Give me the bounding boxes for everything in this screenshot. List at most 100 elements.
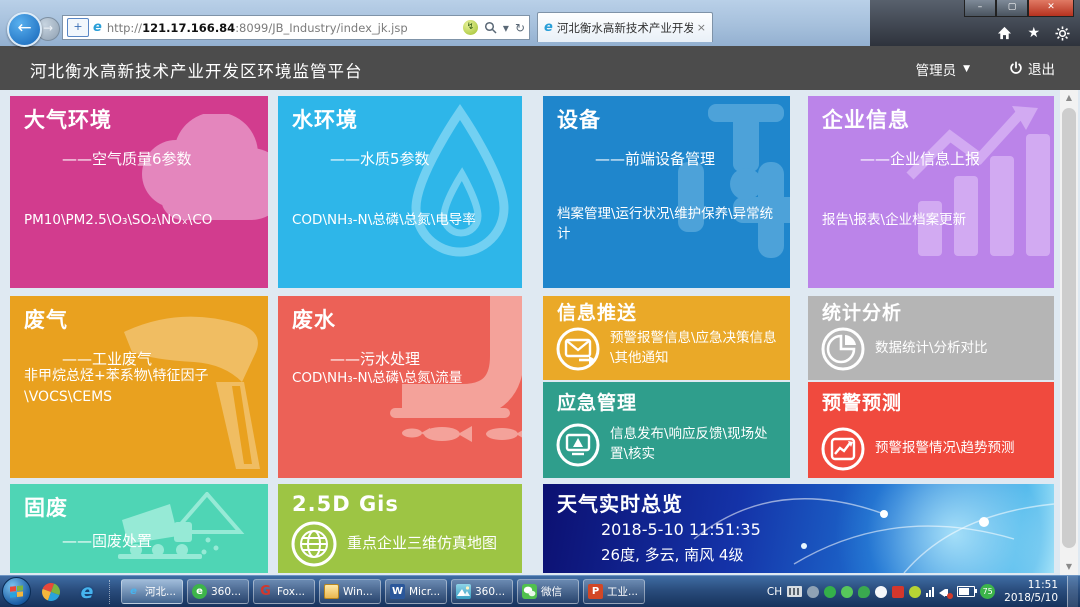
tray-icon-chat[interactable] — [875, 586, 887, 598]
tray-icon-shield[interactable] — [858, 586, 870, 598]
tile-title: 预警预测 — [822, 388, 902, 415]
show-desktop-button[interactable] — [1067, 576, 1078, 607]
close-button[interactable]: ✕ — [1028, 0, 1074, 17]
taskbar-clock[interactable]: 11:51 2018/5/10 — [1004, 579, 1058, 604]
tile-warning-forecast[interactable]: 预警预测 预警报警情况\趋势预测 — [808, 382, 1054, 478]
tile-statistics[interactable]: 统计分析 数据统计\分析对比 — [808, 296, 1054, 380]
system-tray: CH 75 11:51 2018/5/10 — [767, 576, 1078, 607]
task-ie-hebei[interactable]: e 河北... — [121, 579, 183, 604]
tile-subtitle: ——固废处置 — [62, 530, 152, 551]
dump-truck-icon — [112, 492, 262, 564]
url-text[interactable]: http://121.17.166.84:8099/JB_Industry/in… — [107, 21, 459, 35]
screen: ← → + e http://121.17.166.84:8099/JB_Ind… — [0, 0, 1080, 607]
window-controls: – ▢ ✕ — [964, 0, 1074, 17]
browser-tab[interactable]: e 河北衡水高新技术产业开发... × — [537, 12, 713, 42]
task-image-viewer[interactable]: 360... — [451, 579, 513, 604]
gear-icon[interactable] — [1055, 26, 1070, 41]
globe-icon — [290, 520, 338, 568]
battery-percent-badge[interactable]: 75 — [980, 584, 995, 599]
tile-detail: 数据统计\分析对比 — [875, 339, 988, 359]
weather-datetime: 2018-5-10 11:51:35 — [601, 520, 761, 539]
tray-icon-green-browser[interactable] — [824, 586, 836, 598]
maximize-button[interactable]: ▢ — [996, 0, 1028, 17]
windows-flag-icon — [10, 585, 24, 598]
tile-detail: COD\NH₃-N\总磷\总氮\流量 — [292, 368, 462, 388]
network-signal-icon[interactable] — [926, 586, 934, 597]
trend-chart-icon — [820, 426, 866, 472]
task-label: Micr... — [409, 586, 440, 598]
tile-water-environment[interactable]: 水环境 ——水质5参数 COD\NH₃-N\总磷\总氮\电导率 — [278, 96, 522, 288]
battery-icon[interactable] — [957, 586, 975, 597]
input-language-indicator[interactable]: CH — [767, 586, 782, 598]
task-word[interactable]: W Micr... — [385, 579, 447, 604]
360-browser-icon: e — [192, 584, 207, 599]
tray-icon-green-bird[interactable] — [841, 586, 853, 598]
water-drop-icon — [400, 104, 520, 264]
tile-title: 大气环境 — [24, 104, 112, 134]
tile-detail: 非甲烷总烃+苯系物\特征因子\VOCS\CEMS — [24, 366, 256, 408]
tile-info-push[interactable]: 信息推送 预警报警信息\应急决策信息\其他通知 — [543, 296, 790, 380]
tab-close-icon[interactable]: × — [697, 21, 706, 34]
quicklaunch-360-safe[interactable] — [35, 578, 67, 606]
page-scrollbar[interactable]: ▲ ▼ — [1060, 90, 1078, 575]
tile-subtitle: ——前端设备管理 — [595, 148, 715, 169]
logout-button[interactable]: 退出 — [1009, 58, 1055, 78]
tile-title: 天气实时总览 — [557, 488, 683, 517]
minimize-button[interactable]: – — [964, 0, 996, 17]
tile-emergency-management[interactable]: 应急管理 信息发布\响应反馈\现场处置\核实 — [543, 382, 790, 478]
weather-condition: 26度, 多云, 南风 4级 — [601, 544, 743, 565]
tile-title: 2.5D Gis — [292, 492, 399, 516]
tile-gis-map[interactable]: 2.5D Gis 重点企业三维仿真地图 — [278, 484, 522, 573]
tile-enterprise-info[interactable]: 企业信息 ——企业信息上报 报告\报表\企业档案更新 — [808, 96, 1054, 288]
power-icon — [1009, 61, 1023, 75]
keyboard-icon[interactable] — [787, 586, 802, 597]
clock-time: 11:51 — [1028, 579, 1058, 591]
tile-detail: 预警报警信息\应急决策信息\其他通知 — [610, 329, 779, 368]
task-label: 360... — [211, 586, 241, 598]
page-title: 河北衡水高新技术产业开发区环境监管平台 — [30, 58, 363, 82]
task-label: Fox... — [277, 586, 305, 598]
tray-icon-yellow-plus[interactable] — [909, 586, 921, 598]
tile-title: 信息推送 — [557, 298, 637, 325]
tab-title: 河北衡水高新技术产业开发... — [557, 20, 693, 36]
pie-chart-icon — [820, 326, 866, 372]
tile-subtitle: ——污水处理 — [330, 348, 420, 369]
compatibility-view-icon[interactable]: ↯ — [463, 20, 478, 35]
home-icon[interactable] — [997, 26, 1012, 40]
favorites-star-icon[interactable]: ★ — [1027, 25, 1040, 41]
tray-icon-red[interactable] — [892, 586, 904, 598]
user-name: 管理员 — [916, 59, 957, 79]
task-label: Win... — [343, 586, 373, 598]
task-360-browser[interactable]: e 360... — [187, 579, 249, 604]
task-label: 360... — [475, 586, 505, 598]
tile-solid-waste[interactable]: 固废 ——固废处置 — [10, 484, 268, 573]
add-site-icon[interactable]: + — [67, 18, 89, 37]
search-icon[interactable] — [484, 21, 497, 34]
task-powerpoint[interactable]: P 工业... — [583, 579, 645, 604]
tile-equipment[interactable]: 设备 ——前端设备管理 档案管理\运行状况\维护保养\异常统计 — [543, 96, 790, 288]
tray-icon-gray[interactable] — [807, 586, 819, 598]
start-button[interactable] — [2, 577, 31, 606]
tile-waste-water[interactable]: 废水 ——污水处理 COD\NH₃-N\总磷\总氮\流量 — [278, 296, 522, 478]
quicklaunch-ie[interactable]: e — [71, 578, 103, 606]
task-wechat[interactable]: 微信 — [517, 579, 579, 604]
task-foxit[interactable]: G Fox... — [253, 579, 315, 604]
back-button[interactable]: ← — [7, 12, 42, 47]
ie-page-icon: e — [93, 20, 102, 35]
volume-muted-icon[interactable] — [939, 586, 952, 598]
search-dropdown-caret[interactable]: ▾ — [503, 21, 509, 35]
tile-air-environment[interactable]: 大气环境 ——空气质量6参数 PM10\PM2.5\O₃\SO₂\NOₓ\CO — [10, 96, 268, 288]
address-bar[interactable]: + e http://121.17.166.84:8099/JB_Industr… — [62, 15, 530, 40]
url-protocol: http:// — [107, 21, 142, 35]
monitor-alert-icon — [555, 422, 601, 468]
user-menu[interactable]: 管理员 ▼ — [916, 59, 970, 79]
pinwheel-icon — [39, 580, 62, 603]
folder-icon — [324, 584, 339, 599]
scrollbar-thumb[interactable] — [1062, 108, 1076, 548]
refresh-icon[interactable]: ↻ — [515, 21, 525, 35]
task-explorer[interactable]: Win... — [319, 579, 381, 604]
tile-weather-overview[interactable]: 天气实时总览 2018-5-10 11:51:35 26度, 多云, 南风 4级 — [543, 484, 1054, 573]
scroll-down-arrow[interactable]: ▼ — [1060, 559, 1078, 575]
scroll-up-arrow[interactable]: ▲ — [1060, 90, 1078, 106]
tile-waste-gas[interactable]: 废气 ——工业废气 非甲烷总烃+苯系物\特征因子\VOCS\CEMS — [10, 296, 268, 478]
